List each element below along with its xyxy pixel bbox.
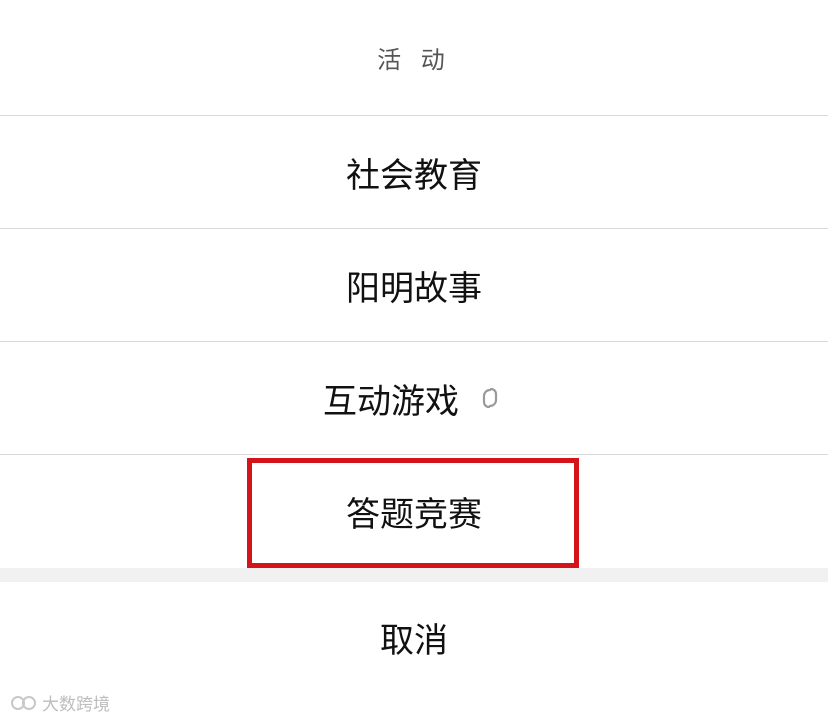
mini-program-link-icon [482, 387, 498, 409]
option-social-education[interactable]: 社会教育 [0, 116, 828, 229]
watermark-logo-icon [11, 695, 36, 710]
option-label: 答题竞赛 [346, 495, 482, 535]
watermark-text: 大数跨境 [42, 695, 110, 715]
option-label: 互动游戏 [323, 381, 459, 422]
watermark: 大数跨境 [10, 690, 110, 715]
sheet-title: 活 动 [0, 0, 828, 116]
cancel-button[interactable]: 取消 [0, 582, 828, 692]
option-label: 社会教育 [346, 155, 482, 196]
option-yangming-story[interactable]: 阳明故事 [0, 229, 828, 342]
option-label: 阳明故事 [346, 268, 482, 309]
action-sheet: 活 动 社会教育 阳明故事 互动游戏 答题竞赛 取消 大数跨境 [0, 0, 828, 718]
section-divider [0, 568, 828, 582]
cancel-label: 取消 [380, 620, 448, 661]
option-quiz-competition[interactable]: 答题竞赛 [0, 455, 828, 568]
option-interactive-game[interactable]: 互动游戏 [0, 342, 828, 455]
